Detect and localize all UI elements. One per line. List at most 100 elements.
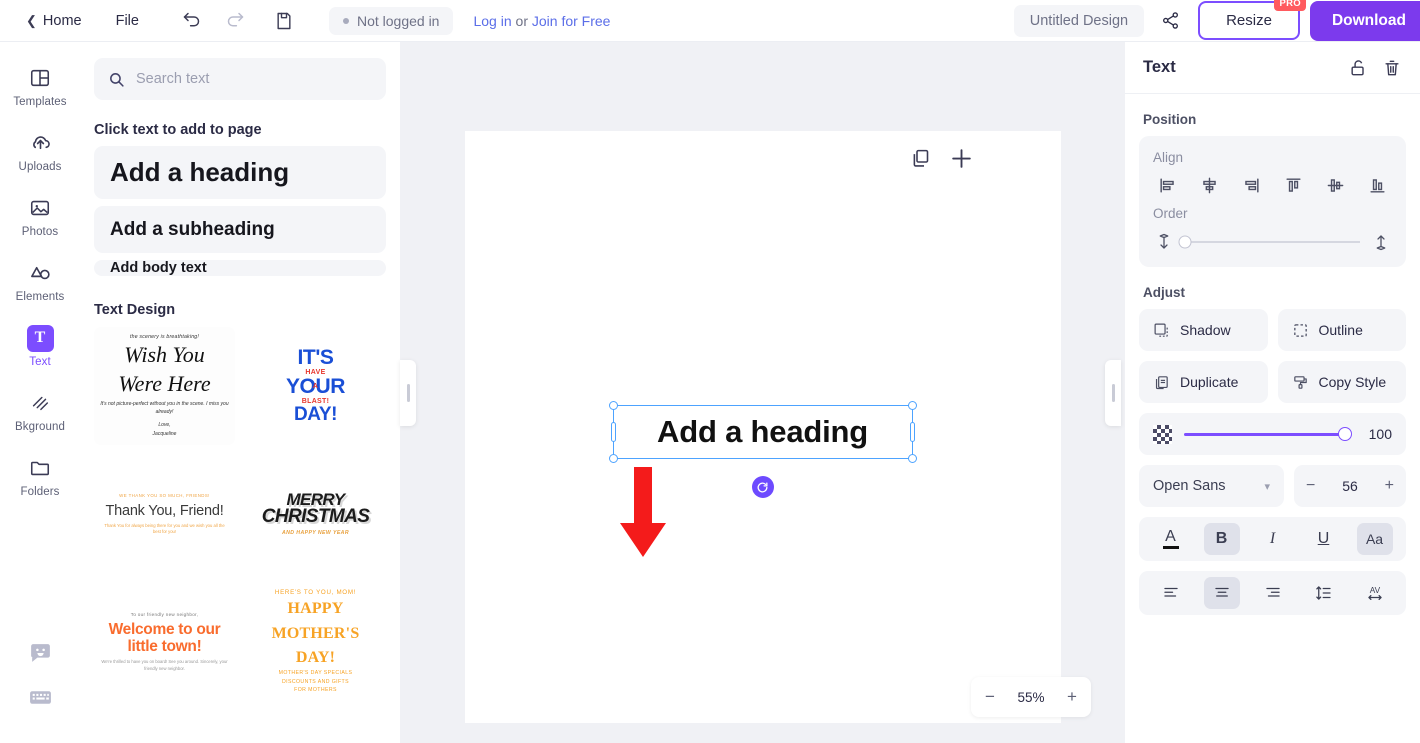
zoom-out-button[interactable]: − <box>971 677 1009 717</box>
align-label: Align <box>1153 150 1184 165</box>
letter-case-button[interactable]: Aa <box>1356 523 1393 555</box>
text-design-thumbnail[interactable]: MERRY CHRISTMAS AND HAPPY NEW YEAR <box>245 455 386 573</box>
align-bottom-icon[interactable] <box>1365 173 1390 198</box>
design-title-input[interactable]: Untitled Design <box>1013 4 1145 37</box>
collapse-left-panel-handle[interactable] <box>400 359 416 426</box>
zoom-level-value: 55% <box>1017 689 1045 705</box>
pro-badge: PRO <box>1274 0 1306 11</box>
sidebar-label: Folders <box>20 486 60 498</box>
add-page-icon[interactable] <box>949 146 974 171</box>
font-size-decrease-button[interactable]: − <box>1306 478 1315 494</box>
resize-handle-bottom-left[interactable] <box>608 454 618 463</box>
text-design-thumbnail[interactable]: WE THANK YOU SO MUCH, FRIENDS! Thank You… <box>94 455 235 573</box>
sidebar-item-text[interactable]: T Text <box>7 316 73 375</box>
font-size-increase-button[interactable]: + <box>1385 478 1394 494</box>
add-body-text-button[interactable]: Add body text <box>94 260 386 276</box>
thumb-line: IT'S <box>297 345 334 369</box>
rotate-handle-icon[interactable] <box>751 476 774 498</box>
send-backward-icon[interactable] <box>1155 233 1173 251</box>
opacity-slider[interactable] <box>1184 427 1352 441</box>
search-input[interactable] <box>136 71 372 87</box>
text-color-button[interactable]: A <box>1153 523 1189 555</box>
adjust-button-label: Shadow <box>1180 322 1231 338</box>
sidebar-item-folders[interactable]: Folders <box>7 446 73 505</box>
align-text-center-icon[interactable] <box>1203 577 1240 609</box>
align-text-left-icon[interactable] <box>1153 577 1189 609</box>
line-height-icon[interactable] <box>1306 577 1342 609</box>
unlock-icon[interactable] <box>1348 58 1368 78</box>
text-design-thumbnail[interactable]: To our friendly new neighbor, Welcome to… <box>94 583 235 701</box>
undo-icon <box>184 12 200 27</box>
align-right-icon[interactable] <box>1239 173 1264 198</box>
font-size-value[interactable]: 56 <box>1342 478 1358 494</box>
resize-handle-top-right[interactable] <box>907 401 917 410</box>
undo-button[interactable] <box>175 4 209 38</box>
add-subheading-button[interactable]: Add a subheading <box>94 206 386 253</box>
thumb-line: little town! <box>127 637 202 655</box>
order-label: Order <box>1153 206 1188 221</box>
handle-bar-icon <box>1111 383 1115 402</box>
resize-button[interactable]: Resize PRO <box>1198 0 1306 40</box>
chat-smiley-icon[interactable] <box>28 641 53 671</box>
underline-button[interactable]: U <box>1306 523 1342 555</box>
order-slider[interactable] <box>1178 235 1360 249</box>
zoom-in-button[interactable]: + <box>1053 677 1091 717</box>
share-button[interactable] <box>1152 3 1188 39</box>
bold-button[interactable]: B <box>1203 523 1240 555</box>
outline-button[interactable]: Outline <box>1277 309 1406 351</box>
align-center-horizontal-icon[interactable] <box>1197 173 1222 198</box>
letter-spacing-icon[interactable]: AV <box>1357 577 1393 609</box>
resize-handle-bottom-right[interactable] <box>907 454 917 463</box>
duplicate-button[interactable]: Duplicate <box>1139 361 1268 403</box>
log-in-link[interactable]: Log in <box>473 13 511 29</box>
save-button[interactable] <box>267 4 301 38</box>
design-page[interactable]: Add a heading <box>464 131 1061 723</box>
font-family-select[interactable]: Open Sans ▾ <box>1139 465 1284 507</box>
align-top-icon[interactable] <box>1281 173 1306 198</box>
sidebar-label: Elements <box>15 291 65 303</box>
duplicate-page-icon[interactable] <box>910 148 931 169</box>
align-left-icon[interactable] <box>1155 173 1180 198</box>
download-button[interactable]: Download <box>1309 0 1420 41</box>
align-middle-vertical-icon[interactable] <box>1323 173 1348 198</box>
thumb-line: Wish You <box>124 341 205 367</box>
resize-handle-top-left[interactable] <box>608 401 618 410</box>
text-design-thumbnail[interactable]: HERE'S TO YOU, MOM! HAPPY MOTHER'S DAY! … <box>245 583 386 701</box>
home-label: Home <box>42 12 82 29</box>
file-menu-button[interactable]: File <box>104 7 151 35</box>
sidebar-item-uploads[interactable]: Uploads <box>7 121 73 180</box>
keyboard-icon[interactable] <box>28 685 53 715</box>
thumb-line: It's not picture-perfect without you in … <box>100 401 229 415</box>
bring-forward-icon[interactable] <box>1372 233 1390 251</box>
thumb-line: WE THANK YOU SO MUCH, FRIENDS! <box>119 492 210 498</box>
copy-style-button[interactable]: Copy Style <box>1277 361 1406 403</box>
sidebar-item-photos[interactable]: Photos <box>7 186 73 245</box>
italic-button[interactable]: I <box>1255 523 1291 555</box>
chevron-left-icon: ❮ <box>26 13 37 28</box>
redo-button[interactable] <box>219 4 253 38</box>
selected-text-element[interactable]: Add a heading <box>608 401 917 498</box>
text-design-thumbnail[interactable]: IT'S HAVE YOUR A BLAST! DAY! <box>245 327 386 445</box>
sidebar-item-elements[interactable]: Elements <box>7 251 73 310</box>
add-heading-button[interactable]: Add a heading <box>94 146 386 199</box>
sidebar-item-templates[interactable]: Templates <box>7 56 73 115</box>
left-nav-rail: Templates Uploads Photos Elements T Text… <box>0 42 80 743</box>
text-design-thumbnail[interactable]: the scenery is breathtaking! Wish You We… <box>94 327 235 445</box>
opacity-slider-knob[interactable] <box>1338 427 1352 441</box>
sidebar-label: Templates <box>13 96 67 108</box>
shadow-button[interactable]: Shadow <box>1139 309 1268 351</box>
home-button[interactable]: ❮ Home <box>18 7 90 35</box>
join-for-free-link[interactable]: Join for Free <box>532 13 611 29</box>
trash-icon[interactable] <box>1382 58 1402 78</box>
sidebar-item-bkground[interactable]: Bkground <box>7 381 73 440</box>
resize-handle-left[interactable] <box>610 422 616 442</box>
order-slider-knob[interactable] <box>1178 235 1192 249</box>
collapse-right-panel-handle[interactable] <box>1105 359 1121 426</box>
search-box[interactable] <box>94 58 386 100</box>
thumb-line: AND HAPPY NEW YEAR <box>282 530 349 537</box>
canvas-area[interactable]: Add a heading − 55% + <box>400 42 1125 743</box>
align-text-right-icon[interactable] <box>1255 577 1291 609</box>
resize-handle-right[interactable] <box>909 422 915 442</box>
duplicate-icon <box>1153 374 1170 391</box>
font-family-value: Open Sans <box>1153 478 1226 494</box>
